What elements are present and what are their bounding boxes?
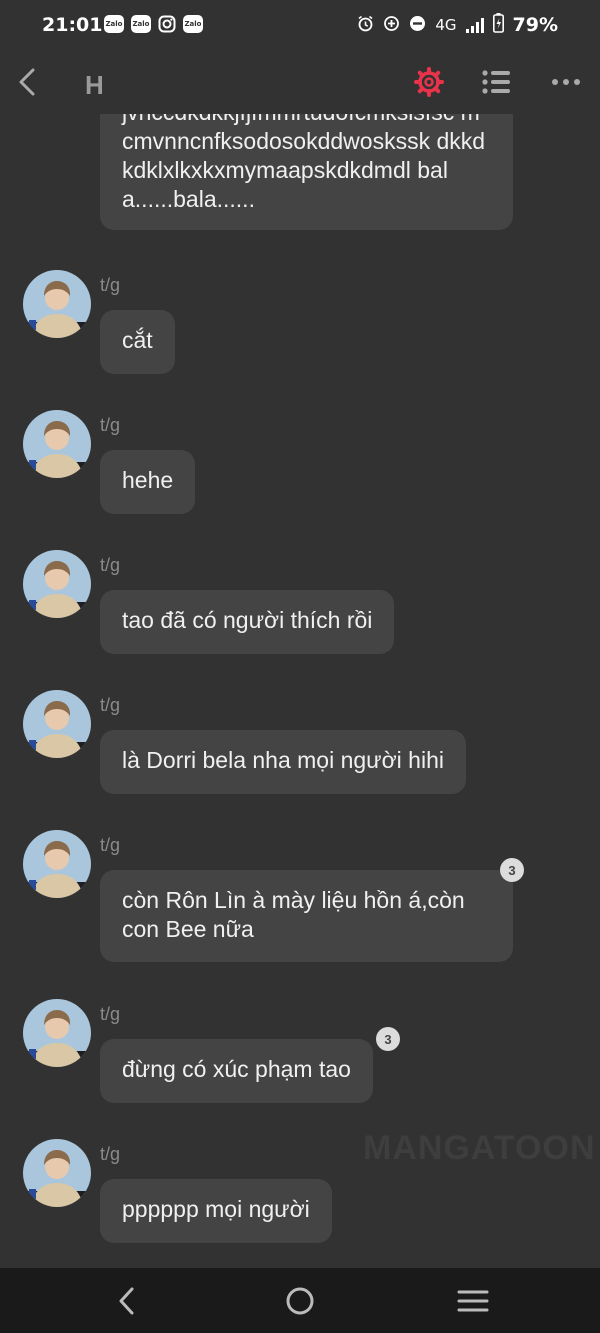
data-saver-icon [383, 15, 400, 36]
message-bubble[interactable]: jvhccdkdkkjfjfmmrtudofcmksisfsc mcmvnncn… [100, 114, 513, 230]
sender-name: t/g [100, 555, 121, 575]
more-options-button[interactable] [550, 70, 582, 94]
list-button[interactable] [481, 68, 513, 96]
gear-icon [414, 67, 444, 97]
zalo-icon: Zalo [104, 15, 124, 33]
message-bubble[interactable]: cắt [100, 310, 175, 374]
chat-title: H [85, 70, 104, 100]
status-time: 21:01 [42, 14, 103, 36]
zalo-icon: Zalo [131, 15, 151, 33]
sender-name: t/g [100, 415, 121, 435]
more-horizontal-icon [552, 79, 580, 85]
instagram-icon [158, 15, 176, 37]
chat-header: H [0, 50, 600, 114]
back-button[interactable] [14, 64, 44, 100]
avatar[interactable] [23, 690, 91, 758]
notification-icons: Zalo Zalo Zalo [104, 15, 203, 37]
battery-charging-icon [492, 13, 504, 37]
message-bubble[interactable]: pppppp mọi người [100, 1179, 332, 1243]
signal-icon [465, 17, 484, 33]
sender-name: t/g [100, 275, 121, 295]
nav-recents-button[interactable] [455, 1284, 491, 1318]
nav-back-icon [119, 1287, 134, 1315]
battery-level: 79% [512, 14, 558, 36]
message-bubble[interactable]: đừng có xúc phạm tao [100, 1039, 373, 1103]
home-circle-icon [286, 1287, 314, 1315]
comment-count-badge[interactable]: 3 [376, 1027, 400, 1051]
recents-menu-icon [457, 1290, 489, 1312]
nav-back-button[interactable] [110, 1284, 146, 1318]
chevron-left-icon [19, 68, 35, 96]
message-bubble[interactable]: còn Rôn Lìn à mày liệu hồn á,còn con Bee… [100, 870, 513, 962]
message-list[interactable]: jvhccdkdkkjfjfmmrtudofcmksisfsc mcmvnncn… [0, 114, 600, 1268]
sender-name: t/g [100, 1004, 121, 1024]
avatar[interactable] [23, 830, 91, 898]
alarm-icon [357, 15, 374, 36]
list-icon [482, 70, 510, 94]
comment-count-badge[interactable]: 3 [500, 858, 524, 882]
avatar[interactable] [23, 550, 91, 618]
avatar[interactable] [23, 410, 91, 478]
network-type: 4G [435, 16, 457, 34]
message-bubble[interactable]: hehe [100, 450, 196, 514]
avatar[interactable] [23, 1139, 91, 1207]
settings-button[interactable] [413, 66, 445, 98]
avatar[interactable] [23, 999, 91, 1067]
nav-home-button[interactable] [282, 1284, 318, 1318]
sender-name: t/g [100, 695, 121, 715]
do-not-disturb-icon [409, 15, 426, 36]
status-bar: 21:01 Zalo Zalo Zalo 4G 79% [0, 0, 600, 50]
sender-name: t/g [100, 835, 121, 855]
system-icons: 4G 79% [357, 13, 558, 37]
avatar[interactable] [23, 270, 91, 338]
message-bubble[interactable]: tao đã có người thích rồi [100, 590, 395, 654]
zalo-icon: Zalo [183, 15, 203, 33]
watermark: MANGATOON [363, 1129, 596, 1167]
message-bubble[interactable]: là Dorri bela nha mọi người hihi [100, 730, 466, 794]
system-navigation-bar [0, 1268, 600, 1333]
sender-name: t/g [100, 1144, 121, 1164]
